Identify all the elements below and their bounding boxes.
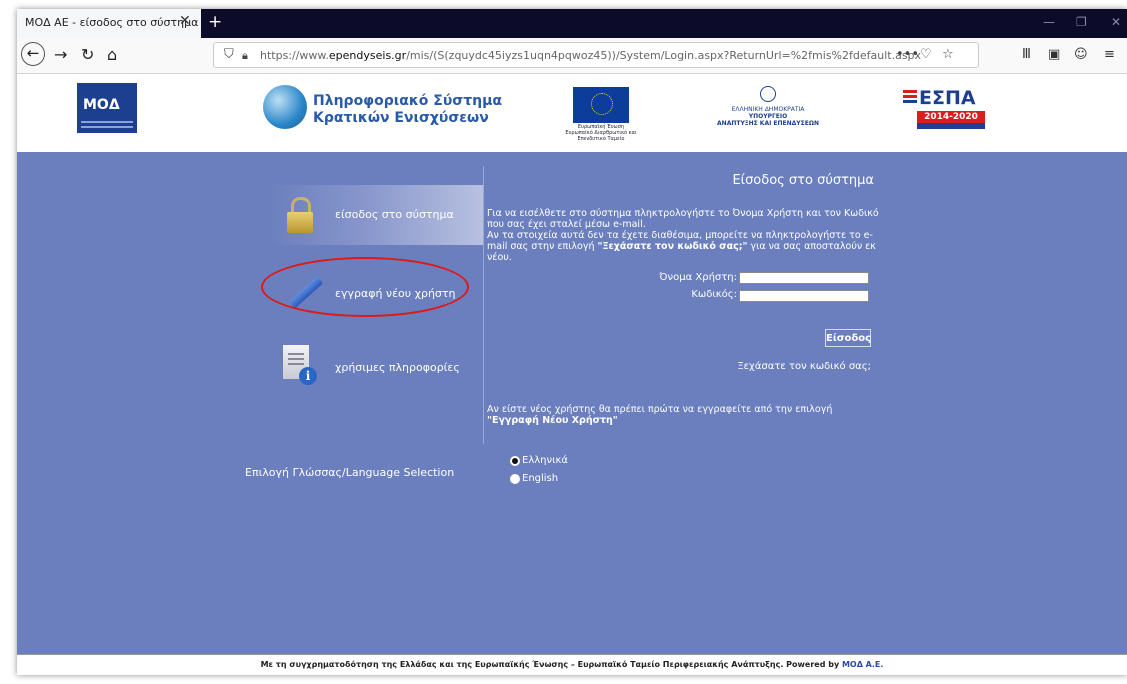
web-page: ΜΟΔ Πληροφοριακό Σύστημα Κρατικών Ενισχύ… — [17, 74, 1127, 675]
address-bar[interactable]: ⛉ 🔒︎ https://www.ependyseis.gr/mis/(S(zq… — [213, 42, 979, 68]
browser-window: ΜΟΔ ΑΕ - είσοδος στο σύστημα ✕ + — ❐ ✕ ←… — [17, 9, 1127, 675]
page-footer: Με τη συγχρηματοδότηση της Ελλάδας και τ… — [17, 654, 1127, 675]
highlight-ellipse — [261, 257, 469, 317]
radio-english[interactable] — [510, 474, 520, 484]
browser-tab[interactable]: ΜΟΔ ΑΕ - είσοδος στο σύστημα ✕ — [17, 9, 201, 38]
forward-arrow-icon[interactable]: → — [54, 45, 67, 65]
moda-link[interactable]: ΜΟΔ Α.Ε. — [842, 660, 883, 669]
radio-english-label[interactable]: English — [522, 473, 558, 484]
username-label: Όνομα Χρήστη: — [659, 272, 737, 283]
main-content: είσοδος στο σύστημα εγγραφή νέου χρήστη … — [17, 152, 1127, 654]
login-title: Είσοδος στο σύστημα — [732, 173, 874, 188]
menu-item-info[interactable]: i χρήσιμες πληροφορίες — [269, 337, 483, 397]
window-close-icon[interactable]: ✕ — [1111, 15, 1121, 29]
eu-caption: Ευρωπαϊκή Ένωση Ευρωπαϊκό Διαρθρωτικό κα… — [565, 124, 637, 142]
account-icon[interactable]: ☺ — [1074, 47, 1088, 62]
padlock-icon — [287, 197, 313, 233]
pocket-icon[interactable]: ♡ — [920, 47, 932, 62]
hamburger-menu-icon[interactable]: ≡ — [1104, 47, 1115, 62]
library-icon[interactable]: Ⅲ — [1022, 47, 1031, 62]
login-button[interactable]: Είσοδος — [825, 329, 871, 347]
radio-greek-label[interactable]: Ελληνικά — [522, 455, 568, 466]
navigation-bar: ← → ↻ ⌂ ⛉ 🔒︎ https://www.ependyseis.gr/m… — [17, 38, 1127, 74]
back-arrow-icon[interactable]: ← — [21, 42, 45, 66]
username-field[interactable] — [739, 272, 869, 284]
menu-item-login[interactable]: είσοδος στο σύστημα — [269, 185, 483, 245]
forgot-password-link[interactable]: Ξεχάσατε τον κωδικό σας; — [717, 361, 871, 372]
star-icon[interactable]: ☆ — [942, 47, 954, 62]
url-text[interactable]: https://www.ependyseis.gr/mis/(S(zquydc4… — [260, 49, 921, 62]
tab-bar: ΜΟΔ ΑΕ - είσοδος στο σύστημα ✕ + — ❐ ✕ — [17, 9, 1127, 38]
ministry-logo: ΕΛΛΗΝΙΚΗ ΔΗΜΟΚΡΑΤΙΑ ΥΠΟΥΡΓΕΙΟ ΑΝΑΠΤΥΞΗΣ … — [693, 86, 843, 127]
page-header: ΜΟΔ Πληροφοριακό Σύστημα Κρατικών Ενισχύ… — [17, 74, 1127, 152]
shield-icon[interactable]: ⛉ — [224, 47, 234, 62]
login-instructions: Για να εισέλθετε στο σύστημα πληκτρολογή… — [487, 208, 879, 263]
espa-logo: ΕΣΠΑ 2014-2020 — [903, 87, 993, 133]
globe-icon — [263, 85, 307, 129]
maximize-icon[interactable]: ❐ — [1076, 15, 1087, 29]
greek-emblem-icon — [760, 86, 776, 102]
language-label: Επιλογή Γλώσσας/Language Selection — [245, 466, 455, 479]
password-field[interactable] — [739, 290, 869, 302]
padlock-icon[interactable]: 🔒︎ — [242, 49, 248, 63]
moda-logo: ΜΟΔ — [77, 83, 137, 133]
more-icon[interactable]: ••• — [896, 47, 919, 62]
tab-title: ΜΟΔ ΑΕ - είσοδος στο σύστημα — [25, 16, 199, 29]
eu-flag-logo — [573, 87, 629, 123]
close-icon[interactable]: ✕ — [179, 13, 191, 29]
radio-greek[interactable] — [510, 456, 520, 466]
home-icon[interactable]: ⌂ — [107, 45, 117, 65]
new-tab-icon[interactable]: + — [208, 12, 222, 32]
reload-icon[interactable]: ↻ — [81, 45, 94, 65]
password-label: Κωδικός: — [691, 289, 737, 300]
info-icon: i — [299, 367, 317, 385]
minimize-icon[interactable]: — — [1043, 15, 1055, 29]
sidebar-icon[interactable]: ▣ — [1048, 47, 1060, 62]
vertical-divider — [483, 166, 484, 444]
new-user-note: Αν είστε νέος χρήστης θα πρέπει πρώτα να… — [487, 404, 833, 426]
